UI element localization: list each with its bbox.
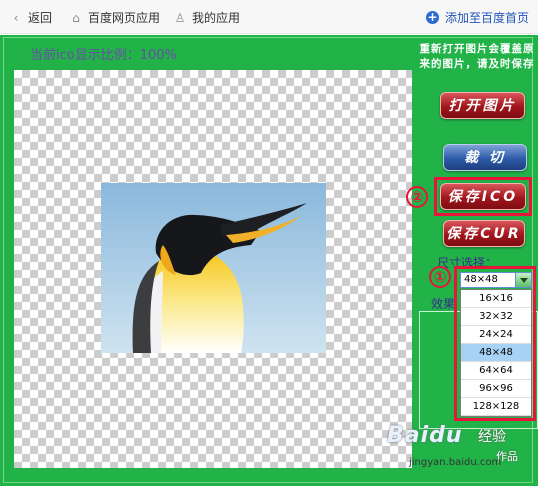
crop-button[interactable]: 裁 切 bbox=[443, 144, 527, 171]
step-marker-2: ② bbox=[406, 186, 428, 208]
save-ico-highlight-box bbox=[434, 177, 532, 216]
watermark-url: jingyan.baidu.com bbox=[409, 457, 502, 468]
zoom-ratio-text: 当前ico显示比例：100% bbox=[30, 48, 177, 63]
user-icon: ♙ bbox=[174, 10, 186, 25]
penguin-illustration bbox=[101, 183, 326, 353]
add-to-homepage-link[interactable]: + 添加至百度首页 bbox=[426, 9, 529, 26]
step-marker-1: ① bbox=[429, 266, 451, 288]
add-to-homepage-label: 添加至百度首页 bbox=[445, 11, 530, 25]
reopen-warning-text: 重新打开图片会覆盖原来的图片，请及时保存 bbox=[419, 43, 535, 70]
back-label: 返回 bbox=[28, 11, 53, 25]
back-link[interactable]: ‹ 返回 bbox=[10, 9, 52, 26]
baidu-apps-label: 百度网页应用 bbox=[88, 11, 161, 25]
baidu-apps-link[interactable]: ⌂ 百度网页应用 bbox=[70, 9, 160, 26]
size-select-highlight-box bbox=[454, 266, 536, 421]
plus-circle-icon: + bbox=[426, 10, 439, 24]
chevron-left-icon: ‹ bbox=[13, 10, 19, 25]
effect-label: 效果 bbox=[431, 297, 456, 311]
my-apps-label: 我的应用 bbox=[192, 11, 241, 25]
watermark-jingyan: 经验 bbox=[478, 429, 506, 445]
save-cur-button[interactable]: 保存CUR bbox=[443, 220, 525, 247]
baidu-watermark-logo: Baidu bbox=[387, 423, 463, 448]
my-apps-link[interactable]: ♙ 我的应用 bbox=[174, 9, 240, 26]
home-icon: ⌂ bbox=[72, 10, 80, 25]
penguin-image[interactable] bbox=[101, 183, 326, 353]
open-image-button[interactable]: 打开图片 bbox=[440, 92, 525, 119]
top-bar: ‹ 返回 ⌂ 百度网页应用 ♙ 我的应用 + 添加至百度首页 bbox=[0, 0, 538, 34]
